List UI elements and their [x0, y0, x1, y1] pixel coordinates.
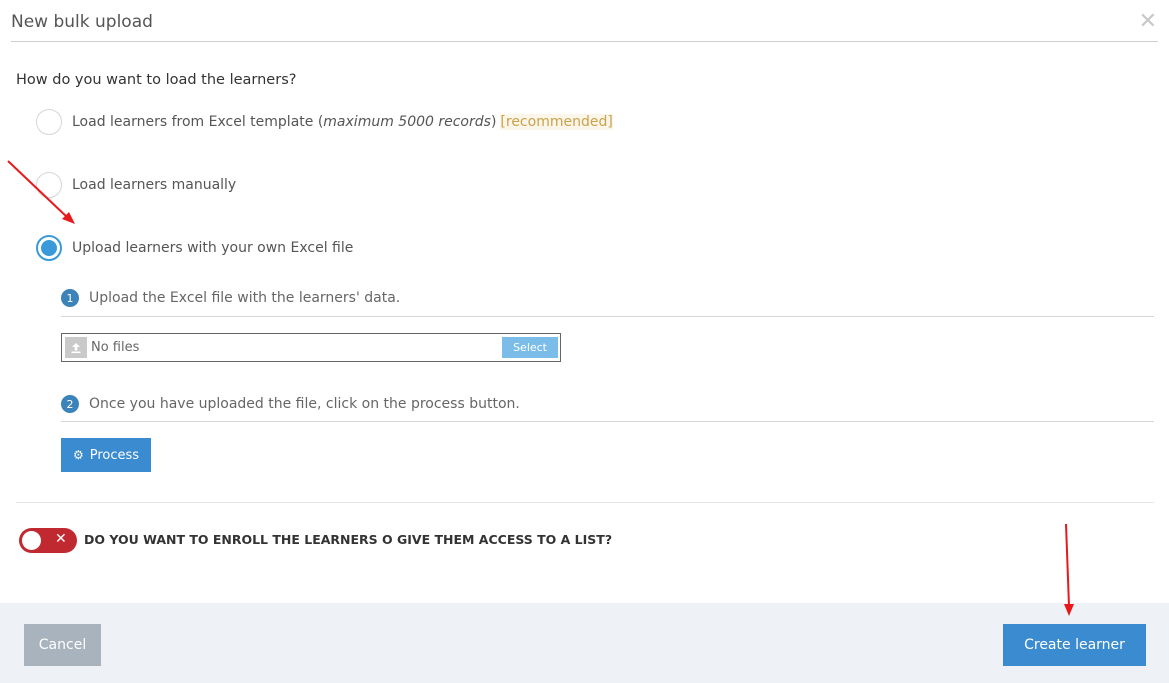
radio-manual[interactable] — [36, 172, 62, 198]
option-excel-template-label: Load learners from Excel template (maxim… — [72, 114, 497, 130]
upload-icon — [65, 337, 87, 358]
recommended-badge: [recommended] — [500, 114, 613, 130]
enroll-toggle[interactable]: ✕ — [19, 528, 77, 553]
step-1-text: Upload the Excel file with the learners'… — [89, 290, 401, 306]
step-2-divider — [61, 421, 1154, 422]
enroll-toggle-label: DO YOU WANT TO ENROLL THE LEARNERS O GIV… — [84, 532, 613, 547]
close-icon[interactable]: ✕ — [1139, 11, 1157, 33]
file-picker-text: No files — [91, 340, 140, 355]
toggle-knob — [22, 531, 41, 550]
option-own-file[interactable]: Upload learners with your own Excel file — [36, 235, 353, 261]
option-manual-label: Load learners manually — [72, 177, 237, 193]
title-divider — [11, 41, 1158, 42]
option-excel-template[interactable]: Load learners from Excel template (maxim… — [36, 109, 613, 135]
select-file-button[interactable]: Select — [502, 337, 558, 358]
toggle-off-icon: ✕ — [55, 531, 67, 547]
option-own-file-label: Upload learners with your own Excel file — [72, 240, 354, 256]
step-1: 1 Upload the Excel file with the learner… — [61, 289, 400, 307]
step-1-number: 1 — [61, 289, 79, 307]
cancel-button[interactable]: Cancel — [24, 624, 101, 666]
gear-icon: ⚙ — [72, 448, 84, 462]
step-2-text: Once you have uploaded the file, click o… — [89, 396, 520, 412]
process-button-label: Process — [89, 447, 140, 463]
step-2: 2 Once you have uploaded the file, click… — [61, 395, 520, 413]
radio-own-file[interactable] — [36, 235, 62, 261]
dialog-footer — [0, 603, 1169, 683]
option-manual[interactable]: Load learners manually — [36, 172, 236, 198]
radio-excel-template[interactable] — [36, 109, 62, 135]
create-learner-button[interactable]: Create learner — [1003, 624, 1146, 666]
radio-selected-dot — [41, 240, 57, 256]
section-divider — [16, 502, 1154, 503]
process-button[interactable]: ⚙ Process — [61, 438, 151, 472]
step-1-divider — [61, 316, 1154, 317]
file-picker[interactable]: No files Select — [61, 333, 561, 362]
dialog-title: New bulk upload — [11, 12, 153, 32]
step-2-number: 2 — [61, 395, 79, 413]
question-text: How do you want to load the learners? — [16, 72, 297, 88]
